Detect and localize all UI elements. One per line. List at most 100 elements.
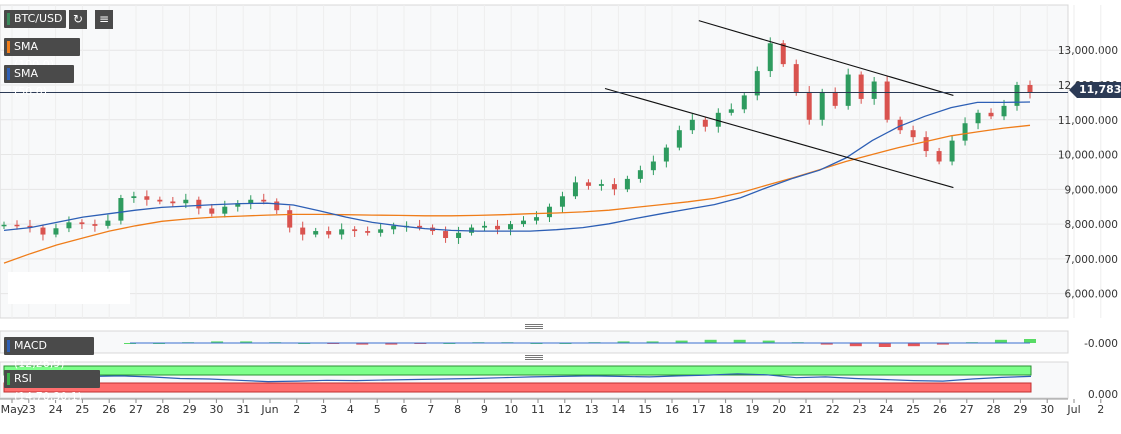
x-tick-label: 26: [933, 403, 947, 416]
candle-body: [209, 208, 215, 214]
candle-body: [66, 222, 72, 229]
x-tick-label: 5: [374, 403, 381, 416]
x-tick-label: 19: [745, 403, 759, 416]
macd-label[interactable]: MACD (12,26,9): [4, 337, 94, 370]
x-tick-label: 26: [102, 403, 116, 416]
symbol-label[interactable]: BTC/USD: [4, 10, 66, 28]
x-tick-label: 30: [209, 403, 223, 416]
candle-body: [443, 231, 449, 239]
candle-body: [92, 224, 98, 226]
rsi-text: RSI (14,70,30,1): [14, 372, 83, 403]
candle-body: [520, 220, 526, 225]
x-tick-label: 10: [504, 403, 518, 416]
x-tick-label: 7: [427, 403, 434, 416]
candle-body: [144, 196, 150, 200]
x-tick-label: 4: [347, 403, 354, 416]
candle-body: [469, 227, 475, 233]
x-tick-label: 23: [853, 403, 867, 416]
blank-overlay: [8, 272, 130, 304]
candle-body: [1001, 105, 1007, 117]
rsi-overbought-band: [3, 365, 1032, 376]
candle-body: [845, 74, 851, 106]
bar-chart-icon[interactable]: ≡: [95, 10, 113, 29]
sma50-label[interactable]: SMA (50,0): [4, 65, 74, 98]
current-price-tag: 11,783.7: [1069, 82, 1121, 98]
candle-body: [53, 228, 59, 235]
macd-text: MACD (12,26,9): [14, 339, 65, 370]
y-tick-label: 11,000.000: [1058, 115, 1118, 127]
x-tick-label: 2: [293, 403, 300, 416]
rsi-oversold-band: [3, 382, 1032, 393]
y-tick-label: 10,000.000: [1058, 150, 1118, 162]
candle-body: [261, 199, 267, 202]
rsi-value-label: 0.000: [1088, 389, 1118, 401]
y-tick-label: 6,000.000: [1065, 289, 1118, 301]
sma50-text: SMA (50,0): [14, 67, 48, 98]
candle-body: [975, 112, 981, 124]
candle-body: [624, 178, 630, 190]
x-tick-label: 16: [665, 403, 679, 416]
macd-resize-handle[interactable]: [525, 324, 543, 329]
candle-body: [79, 222, 85, 225]
x-tick-label: Jun: [260, 403, 278, 416]
x-tick-label: 24: [879, 403, 893, 416]
candle-body: [1027, 84, 1033, 93]
candle-body: [572, 182, 578, 197]
candle-body: [702, 119, 708, 127]
refresh-icon[interactable]: ↻: [69, 10, 87, 29]
x-tick-label: 3: [320, 403, 327, 416]
candle-body: [689, 119, 695, 131]
candle-body: [546, 206, 552, 218]
x-tick-label: 8: [454, 403, 461, 416]
x-tick-label: 11: [531, 403, 545, 416]
candle-body: [819, 91, 825, 120]
price-panel: [0, 4, 1069, 319]
candle-body: [962, 123, 968, 141]
candle-body: [676, 130, 682, 148]
x-tick-label: Jul: [1066, 403, 1080, 416]
x-tick-label: 6: [401, 403, 408, 416]
candle-body: [923, 137, 929, 152]
x-tick-label: 12: [558, 403, 572, 416]
x-tick-label: 15: [638, 403, 652, 416]
candle-body: [157, 199, 163, 202]
candle-body: [741, 95, 747, 110]
candle-body: [131, 196, 137, 199]
y-tick-label: 7,000.000: [1065, 254, 1118, 266]
candle-body: [728, 109, 734, 113]
candle-body: [1, 224, 7, 227]
chart-canvas[interactable]: 13,000.00012,000.00011,000.00010,000.000…: [0, 0, 1121, 434]
candle-body: [806, 91, 812, 120]
x-tick-label: 14: [611, 403, 625, 416]
candle-body: [767, 43, 773, 72]
candle-body: [611, 184, 617, 190]
x-tick-label: 20: [772, 403, 786, 416]
x-tick-label: 30: [1040, 403, 1054, 416]
candle-body: [533, 217, 539, 221]
sma100-label[interactable]: SMA (100,0): [4, 38, 80, 71]
x-tick-label: 27: [129, 403, 143, 416]
x-tick-label: 29: [1013, 403, 1027, 416]
rsi-resize-handle[interactable]: [525, 355, 543, 360]
candle-body: [14, 224, 20, 227]
candle-body: [391, 225, 397, 230]
x-tick-label: 18: [719, 403, 733, 416]
rsi-label[interactable]: RSI (14,70,30,1): [4, 370, 100, 403]
macd-bar: [878, 343, 891, 347]
candle-body: [988, 112, 994, 117]
candle-body: [274, 201, 280, 211]
candle-body: [637, 170, 643, 179]
candle-body: [598, 184, 604, 186]
x-tick-label: 21: [799, 403, 813, 416]
candle-body: [365, 231, 371, 233]
x-tick-label: 2: [1097, 403, 1104, 416]
y-tick-label: 13,000.000: [1058, 45, 1118, 57]
candle-body: [559, 196, 565, 207]
candle-body: [456, 232, 462, 239]
candle-body: [884, 81, 890, 120]
candle-body: [910, 130, 916, 138]
candle-body: [949, 140, 955, 162]
candle-body: [326, 231, 332, 235]
candle-body: [339, 229, 345, 235]
candle-body: [871, 81, 877, 99]
